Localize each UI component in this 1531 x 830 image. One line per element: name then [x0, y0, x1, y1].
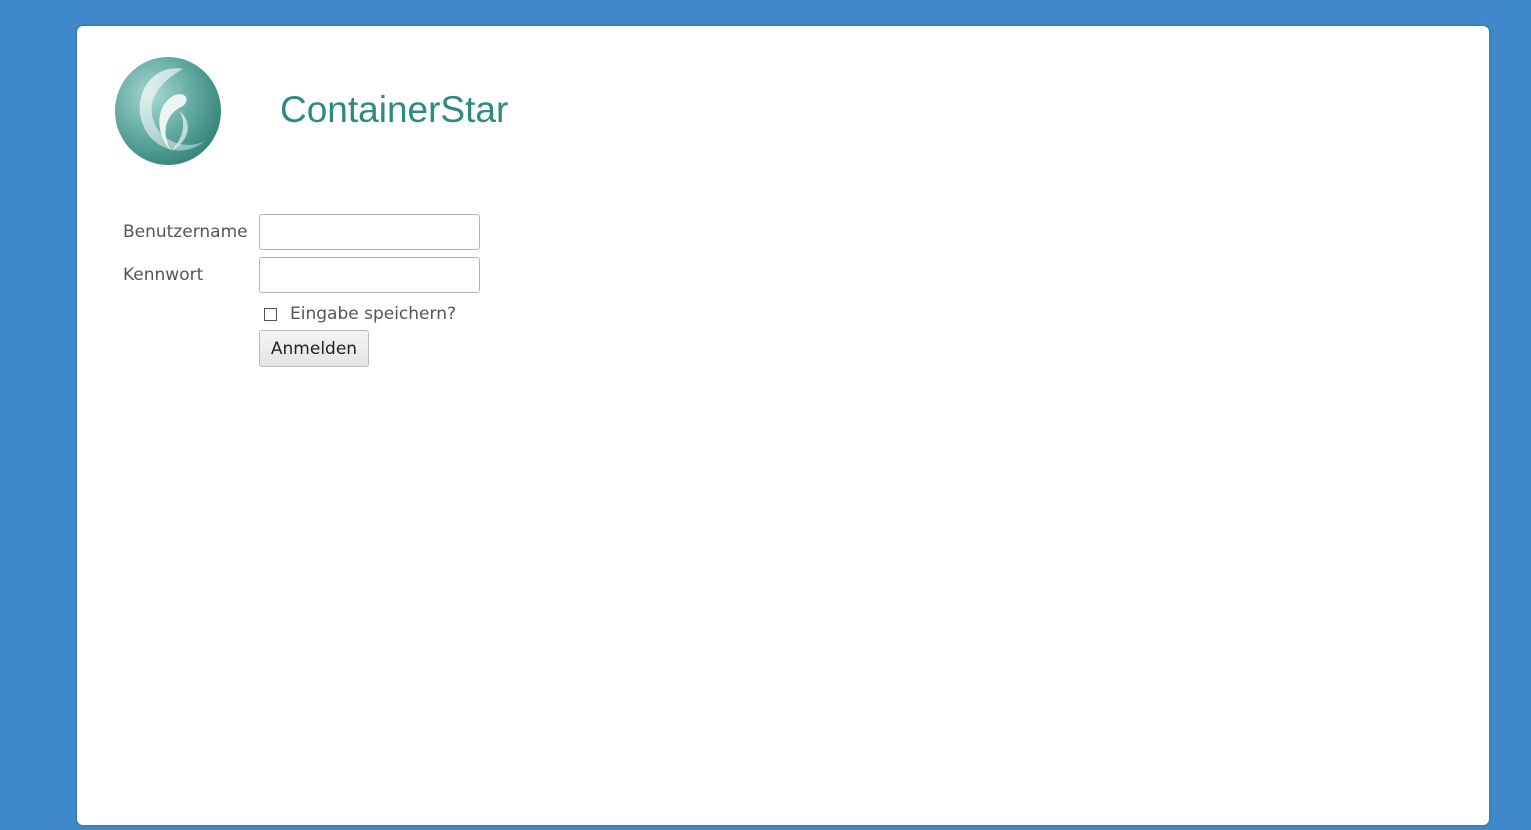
username-label: Benutzername — [123, 222, 248, 242]
username-input[interactable] — [259, 214, 480, 250]
password-input[interactable] — [259, 257, 480, 293]
password-label: Kennwort — [123, 265, 204, 285]
remember-row: Eingabe speichern? — [264, 304, 456, 324]
containerstar-logo-icon — [115, 57, 221, 165]
remember-checkbox[interactable] — [264, 307, 277, 321]
login-button[interactable]: Anmelden — [259, 330, 369, 367]
remember-label: Eingabe speichern? — [290, 304, 456, 324]
login-panel: ContainerStar Benutzername Kennwort Eing… — [77, 26, 1489, 825]
app-title: ContainerStar — [280, 89, 509, 130]
